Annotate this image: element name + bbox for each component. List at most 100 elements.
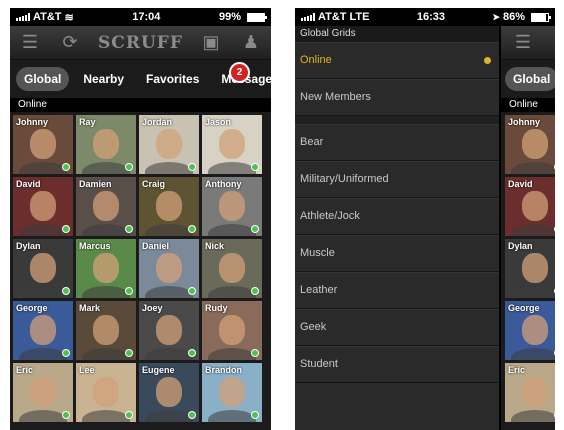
menu-item-online[interactable]: Online bbox=[295, 42, 499, 79]
online-status-icon bbox=[251, 287, 259, 295]
online-status-icon bbox=[188, 287, 196, 295]
profile-tile[interactable]: Lee bbox=[76, 363, 136, 422]
profile-tile[interactable]: George bbox=[13, 301, 73, 360]
menu-icon[interactable]: ☰ bbox=[18, 32, 42, 53]
profile-photo-face bbox=[30, 253, 56, 283]
profile-name: Daniel bbox=[142, 241, 170, 251]
photo-icon[interactable]: ▣ bbox=[199, 32, 223, 53]
menu-item-military[interactable]: Military/Uniformed bbox=[295, 161, 499, 198]
profile-photo-shoulders bbox=[145, 410, 193, 422]
profile-tile[interactable]: Craig bbox=[139, 177, 199, 236]
profile-photo-shoulders bbox=[19, 224, 67, 236]
profile-photo-shoulders bbox=[208, 286, 256, 298]
profile-tile[interactable]: Eric bbox=[13, 363, 73, 422]
profile-tile[interactable]: Dylan bbox=[505, 239, 555, 298]
tab-nearby[interactable]: Nearby bbox=[75, 67, 132, 91]
profile-tile[interactable]: Mark bbox=[76, 301, 136, 360]
profile-tile[interactable]: Anthony bbox=[202, 177, 262, 236]
profile-photo-face bbox=[30, 377, 56, 407]
tab-bar: Global bbox=[501, 60, 555, 98]
profile-tile[interactable]: Jason bbox=[202, 115, 262, 174]
profile-name: George bbox=[16, 303, 48, 313]
tab-global[interactable]: Global bbox=[16, 67, 70, 91]
profile-name: David bbox=[16, 179, 41, 189]
profile-photo-shoulders bbox=[511, 162, 555, 174]
profile-tile[interactable]: Eric bbox=[505, 363, 555, 422]
tab-global[interactable]: Global bbox=[505, 67, 555, 91]
profile-name: Jordan bbox=[142, 117, 173, 127]
profile-photo-face bbox=[156, 191, 182, 221]
profile-name: George bbox=[508, 303, 540, 313]
phone-right-screen: AT&T LTE 16:33 ➤ 86% Global Grids Online… bbox=[295, 8, 555, 430]
tab-favorites[interactable]: Favorites bbox=[138, 67, 207, 91]
profile-tile[interactable]: Jordan bbox=[139, 115, 199, 174]
profile-photo-face bbox=[522, 377, 548, 407]
online-status-icon bbox=[251, 225, 259, 233]
profile-tile[interactable]: Daniel bbox=[139, 239, 199, 298]
profile-tile[interactable]: Marcus bbox=[76, 239, 136, 298]
profile-photo-shoulders bbox=[511, 410, 555, 422]
menu-header: Global Grids bbox=[295, 26, 499, 42]
profile-photo-shoulders bbox=[208, 410, 256, 422]
profile-tile[interactable]: Eugene bbox=[139, 363, 199, 422]
profile-icon[interactable]: ♟ bbox=[239, 32, 263, 53]
profile-photo-shoulders bbox=[145, 162, 193, 174]
profile-tile[interactable]: Joey bbox=[139, 301, 199, 360]
profile-photo-face bbox=[219, 129, 245, 159]
profile-photo-shoulders bbox=[208, 162, 256, 174]
profile-tile[interactable]: George bbox=[505, 301, 555, 360]
menu-item-label: Leather bbox=[300, 284, 338, 296]
menu-item-geek[interactable]: Geek bbox=[295, 309, 499, 346]
messages-badge: 2 bbox=[229, 62, 250, 83]
menu-item-student[interactable]: Student bbox=[295, 346, 499, 383]
online-status-icon bbox=[554, 411, 555, 419]
profile-name: David bbox=[508, 179, 533, 189]
main-view-peek[interactable]: ☰ Global Online Johnny David Dylan George Er… bbox=[499, 26, 555, 430]
profile-tile[interactable]: Brandon bbox=[202, 363, 262, 422]
profile-name: Lee bbox=[79, 365, 95, 375]
refresh-icon[interactable]: ⟳ bbox=[58, 32, 82, 53]
profile-tile[interactable]: Nick bbox=[202, 239, 262, 298]
profile-photo-shoulders bbox=[145, 348, 193, 360]
location-icon: ➤ bbox=[492, 11, 500, 22]
menu-item-leather[interactable]: Leather bbox=[295, 272, 499, 309]
status-bar: AT&T ≋ 17:04 99% bbox=[10, 8, 271, 26]
profile-tile[interactable]: Johnny bbox=[505, 115, 555, 174]
profile-photo-shoulders bbox=[511, 348, 555, 360]
online-status-icon bbox=[62, 411, 70, 419]
menu-icon[interactable]: ☰ bbox=[511, 32, 535, 53]
online-status-icon bbox=[554, 349, 555, 357]
profile-photo-face bbox=[522, 129, 548, 159]
profile-tile[interactable]: Damien bbox=[76, 177, 136, 236]
online-status-icon bbox=[62, 349, 70, 357]
profile-tile[interactable]: David bbox=[13, 177, 73, 236]
profile-tile[interactable]: David bbox=[505, 177, 555, 236]
profile-tile[interactable]: Ray bbox=[76, 115, 136, 174]
profile-photo-shoulders bbox=[511, 286, 555, 298]
section-label-online: Online bbox=[10, 98, 271, 112]
carrier-label: AT&T bbox=[318, 11, 347, 23]
profile-photo-face bbox=[219, 253, 245, 283]
global-grids-menu: Global Grids Online New Members Bear Mil… bbox=[295, 26, 499, 430]
menu-item-bear[interactable]: Bear bbox=[295, 124, 499, 161]
profile-photo-face bbox=[219, 315, 245, 345]
online-status-icon bbox=[62, 225, 70, 233]
online-status-icon bbox=[62, 163, 70, 171]
menu-item-label: Geek bbox=[300, 321, 327, 333]
profile-photo-face bbox=[219, 191, 245, 221]
profile-photo-shoulders bbox=[208, 348, 256, 360]
profile-photo-face bbox=[522, 191, 548, 221]
clock: 16:33 bbox=[416, 11, 446, 23]
clock: 17:04 bbox=[132, 11, 161, 23]
menu-item-athlete[interactable]: Athlete/Jock bbox=[295, 198, 499, 235]
menu-item-muscle[interactable]: Muscle bbox=[295, 235, 499, 272]
tab-bar: Global Nearby Favorites Messages 2 bbox=[10, 60, 271, 98]
menu-item-new-members[interactable]: New Members bbox=[295, 79, 499, 116]
profile-tile[interactable]: Rudy bbox=[202, 301, 262, 360]
profile-name: Joey bbox=[142, 303, 163, 313]
online-status-icon bbox=[188, 411, 196, 419]
profile-photo-shoulders bbox=[82, 286, 130, 298]
profile-tile[interactable]: Dylan bbox=[13, 239, 73, 298]
profile-photo-shoulders bbox=[82, 348, 130, 360]
profile-tile[interactable]: Johnny bbox=[13, 115, 73, 174]
